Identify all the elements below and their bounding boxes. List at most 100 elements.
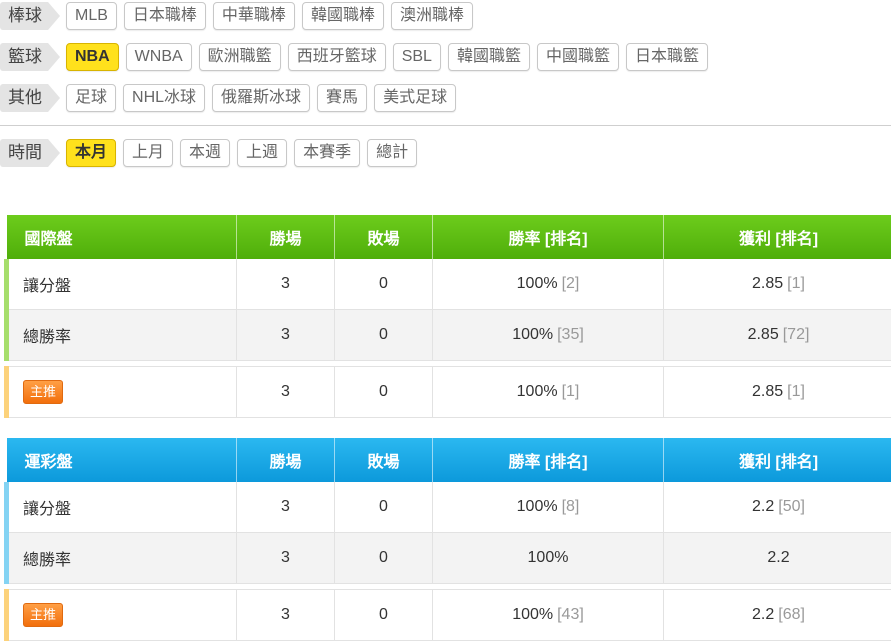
row-label: 讓分盤 xyxy=(7,259,237,310)
chip-nhl[interactable]: NHL冰球 xyxy=(123,84,205,112)
rate-value: 100% xyxy=(517,275,558,292)
chip-cba[interactable]: 中國職籃 xyxy=(537,43,619,71)
chip-mlb[interactable]: MLB xyxy=(66,2,117,30)
intl-header-wins: 勝場 xyxy=(237,215,335,259)
profit-rank: [50] xyxy=(778,498,805,515)
rate-rank: [8] xyxy=(562,498,580,515)
intl-header-title: 國際盤 xyxy=(7,215,237,259)
profit-rank: [1] xyxy=(787,383,805,400)
main-pick-cell: 主推 xyxy=(7,590,237,641)
rate-value: 100% xyxy=(512,606,553,623)
table-row: 總勝率 3 0 100%[35] 2.85[72] xyxy=(7,310,891,361)
lottery-stats-table: 運彩盤 勝場 敗場 勝率 [排名] 獲利 [排名] 讓分盤 3 0 100%[8… xyxy=(4,438,891,641)
rate-cell: 100%[43] xyxy=(433,590,664,641)
row-label: 讓分盤 xyxy=(7,482,237,533)
profit-rank: [68] xyxy=(778,606,805,623)
table-row: 讓分盤 3 0 100%[2] 2.85[1] xyxy=(7,259,891,310)
profit-value: 2.2 xyxy=(767,549,789,566)
chip-kbo[interactable]: 韓國職棒 xyxy=(302,2,384,30)
rate-cell: 100%[1] xyxy=(433,367,664,418)
chip-this-week[interactable]: 本週 xyxy=(180,139,230,167)
intl-header-losses: 敗場 xyxy=(335,215,433,259)
main-pick-row: 主推 3 0 100%[1] 2.85[1] xyxy=(7,367,891,418)
filter-label-basketball: 籃球 xyxy=(0,43,48,71)
wins-cell: 3 xyxy=(237,259,335,310)
chip-bleague[interactable]: 日本職籃 xyxy=(626,43,708,71)
profit-cell: 2.85[72] xyxy=(664,310,891,361)
wins-cell: 3 xyxy=(237,482,335,533)
profit-cell: 2.85[1] xyxy=(664,367,891,418)
losses-cell: 0 xyxy=(335,367,433,418)
wins-cell: 3 xyxy=(237,367,335,418)
filter-label-other: 其他 xyxy=(0,84,48,112)
rate-value: 100% xyxy=(528,549,569,566)
profit-cell: 2.2[68] xyxy=(664,590,891,641)
filter-divider xyxy=(0,125,891,126)
rate-cell: 100% xyxy=(433,533,664,584)
filter-label-time: 時間 xyxy=(0,139,48,167)
rate-value: 100% xyxy=(517,498,558,515)
profit-cell: 2.2 xyxy=(664,533,891,584)
intl-header-row: 國際盤 勝場 敗場 勝率 [排名] 獲利 [排名] xyxy=(7,215,891,259)
rate-rank: [43] xyxy=(557,606,584,623)
chip-total[interactable]: 總計 xyxy=(367,139,417,167)
wins-cell: 3 xyxy=(237,533,335,584)
profit-value: 2.85 xyxy=(752,383,783,400)
profit-value: 2.2 xyxy=(752,606,774,623)
lottery-header-title: 運彩盤 xyxy=(7,438,237,482)
chip-this-month[interactable]: 本月 xyxy=(66,139,116,167)
losses-cell: 0 xyxy=(335,482,433,533)
chip-last-month[interactable]: 上月 xyxy=(123,139,173,167)
rate-rank: [2] xyxy=(562,275,580,292)
losses-cell: 0 xyxy=(335,310,433,361)
losses-cell: 0 xyxy=(335,533,433,584)
intl-header-profit: 獲利 [排名] xyxy=(664,215,891,259)
table-row: 讓分盤 3 0 100%[8] 2.2[50] xyxy=(7,482,891,533)
filter-row-basketball: 籃球 NBA WNBA 歐洲職籃 西班牙籃球 SBL 韓國職籃 中國職籃 日本職… xyxy=(0,41,715,73)
profit-value: 2.85 xyxy=(752,275,783,292)
chip-spain-basketball[interactable]: 西班牙籃球 xyxy=(288,43,386,71)
profit-cell: 2.85[1] xyxy=(664,259,891,310)
chip-american-football[interactable]: 美式足球 xyxy=(374,84,456,112)
chip-nba[interactable]: NBA xyxy=(66,43,119,71)
chip-soccer[interactable]: 足球 xyxy=(66,84,116,112)
profit-value: 2.85 xyxy=(748,326,779,343)
chip-horse-racing[interactable]: 賽馬 xyxy=(317,84,367,112)
lottery-header-row: 運彩盤 勝場 敗場 勝率 [排名] 獲利 [排名] xyxy=(7,438,891,482)
chip-cpbl[interactable]: 中華職棒 xyxy=(213,2,295,30)
losses-cell: 0 xyxy=(335,259,433,310)
filter-row-baseball: 棒球 MLB 日本職棒 中華職棒 韓國職棒 澳洲職棒 xyxy=(0,0,480,32)
rate-value: 100% xyxy=(512,326,553,343)
row-label: 總勝率 xyxy=(7,533,237,584)
losses-cell: 0 xyxy=(335,590,433,641)
rate-cell: 100%[35] xyxy=(433,310,664,361)
profit-rank: [1] xyxy=(787,275,805,292)
main-pick-badge[interactable]: 主推 xyxy=(23,603,63,627)
main-pick-row: 主推 3 0 100%[43] 2.2[68] xyxy=(7,590,891,641)
row-label: 總勝率 xyxy=(7,310,237,361)
chip-wnba[interactable]: WNBA xyxy=(126,43,192,71)
chip-kbl[interactable]: 韓國職籃 xyxy=(448,43,530,71)
filter-label-baseball: 棒球 xyxy=(0,2,48,30)
profit-value: 2.2 xyxy=(752,498,774,515)
profit-cell: 2.2[50] xyxy=(664,482,891,533)
wins-cell: 3 xyxy=(237,310,335,361)
chip-euroleague[interactable]: 歐洲職籃 xyxy=(199,43,281,71)
main-pick-badge[interactable]: 主推 xyxy=(23,380,63,404)
chip-abl[interactable]: 澳洲職棒 xyxy=(391,2,473,30)
rate-cell: 100%[2] xyxy=(433,259,664,310)
lottery-header-wins: 勝場 xyxy=(237,438,335,482)
chip-khl[interactable]: 俄羅斯冰球 xyxy=(212,84,310,112)
chip-sbl[interactable]: SBL xyxy=(393,43,441,71)
lottery-header-profit: 獲利 [排名] xyxy=(664,438,891,482)
lottery-header-losses: 敗場 xyxy=(335,438,433,482)
chip-last-week[interactable]: 上週 xyxy=(237,139,287,167)
filter-row-other: 其他 足球 NHL冰球 俄羅斯冰球 賽馬 美式足球 xyxy=(0,82,463,114)
rate-value: 100% xyxy=(517,383,558,400)
filter-row-time: 時間 本月 上月 本週 上週 本賽季 總計 xyxy=(0,137,424,169)
intl-stats-table: 國際盤 勝場 敗場 勝率 [排名] 獲利 [排名] 讓分盤 3 0 100%[2… xyxy=(4,215,891,418)
chip-japan-baseball[interactable]: 日本職棒 xyxy=(124,2,206,30)
chip-this-season[interactable]: 本賽季 xyxy=(294,139,360,167)
main-pick-cell: 主推 xyxy=(7,367,237,418)
rate-rank: [35] xyxy=(557,326,584,343)
